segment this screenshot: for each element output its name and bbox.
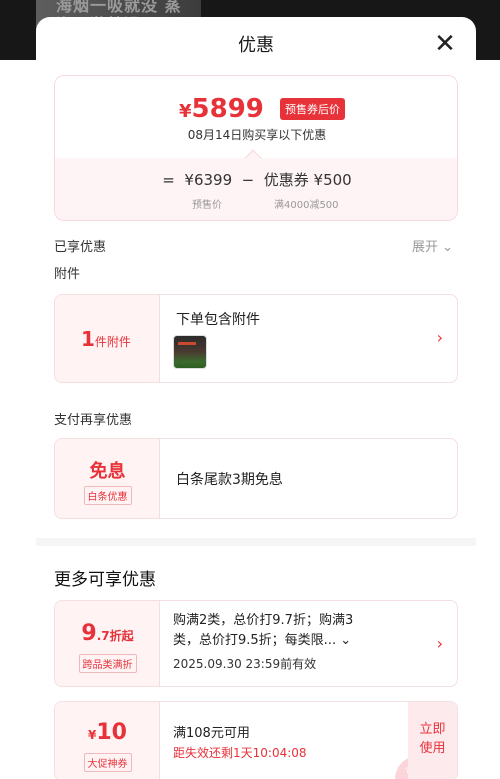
final-price-value: 5899 — [191, 94, 264, 124]
discount-offer-card[interactable]: 9.7折起 跨品类满折 购满2类，总价打9.7折；购满3 类，总价打9.5折；每… — [54, 600, 458, 687]
coupon-condition: 满108元可用 — [173, 726, 250, 741]
discount-expiry: 2025.09.30 23:59前有效 — [173, 657, 317, 671]
discount-value-small: .7折起 — [96, 629, 134, 643]
payment-section-label: 支付再享优惠 — [54, 413, 133, 428]
use-now-line-1: 立即 — [419, 722, 446, 737]
discount-card-left: 9.7折起 跨品类满折 — [55, 601, 160, 686]
accessory-card[interactable]: 1件附件 下单包含附件 › — [54, 294, 458, 383]
discount-description: 购满2类，总价打9.7折；购满3 类，总价打9.5折；每类限... ⌄ — [173, 611, 353, 651]
presale-price-label: 预售价 — [192, 200, 222, 211]
sheet-title: 优惠 — [238, 35, 274, 56]
accessory-count-suffix: 件附件 — [94, 335, 131, 349]
more-offers-title: 更多可享优惠 — [54, 570, 156, 590]
accessory-count-number: 1 — [81, 327, 95, 351]
coupon-badge-wrap: 大促神券 — [55, 752, 160, 772]
expand-button[interactable]: 展开 ⌄ — [412, 236, 453, 255]
payment-badge-wrap: 白条优惠 — [55, 485, 160, 505]
coupon-condition-label: 满4000减500 — [274, 200, 339, 211]
discount-line-2: 类，总价打9.5折；每类限... ⌄ — [173, 633, 352, 648]
final-price-tag: 预售券后价 — [280, 98, 345, 120]
coupon-badge: 大促神券 — [83, 753, 132, 772]
coupon-card-left: ¥10 大促神券 — [55, 702, 160, 779]
accessory-thumbnail — [173, 335, 207, 369]
discount-badge-wrap: 跨品类满折 — [55, 653, 160, 673]
purchase-date-note: 08月14日购买享以下优惠 — [187, 128, 327, 142]
use-now-line-2: 使用 — [419, 741, 446, 756]
discount-value: 9.7折起 — [55, 621, 160, 646]
final-price: ¥5899 — [179, 94, 264, 124]
section-divider — [36, 538, 476, 546]
accessory-card-left: 1件附件 — [55, 295, 160, 382]
payment-badge: 白条优惠 — [83, 486, 132, 505]
coupon-card[interactable]: ¥10 大促神券 满108元可用 距失效还剩1天10:04:08 可叠 立即 使… — [54, 701, 458, 779]
price-formula: = ¥6399 − 优惠券 ¥500 — [162, 171, 352, 189]
payment-offer-card[interactable]: 免息 白条优惠 白条尾款3期免息 — [54, 438, 458, 519]
coupon-countdown: 距失效还剩1天10:04:08 — [173, 746, 307, 760]
accessory-count: 1件附件 — [81, 327, 131, 351]
discount-value-big: 9 — [81, 621, 97, 646]
accessory-section-label: 附件 — [54, 267, 81, 282]
coupon-amount: ¥10 — [55, 720, 160, 745]
coupon-amount-value: 10 — [96, 720, 127, 745]
discount-badge: 跨品类满折 — [78, 654, 137, 673]
accessory-title: 下单包含附件 — [176, 312, 260, 328]
chevron-right-icon[interactable]: › — [437, 328, 443, 347]
currency-symbol: ¥ — [179, 101, 192, 122]
enjoyed-offers-label: 已享优惠 — [54, 240, 107, 255]
interest-free-label: 免息 — [89, 461, 126, 482]
price-summary-card: ¥5899 预售券后价 08月14日购买享以下优惠 = ¥6399 − 优惠券 … — [54, 75, 458, 221]
use-now-button[interactable]: 立即 使用 — [408, 702, 457, 779]
discount-line-1: 购满2类，总价打9.7折；购满3 — [173, 613, 354, 628]
chevron-right-icon[interactable]: › — [437, 634, 443, 653]
payment-card-left: 免息 白条优惠 — [55, 439, 160, 518]
offers-sheet: 优惠 ✕ ¥5899 预售券后价 08月14日购买享以下优惠 = ¥6399 −… — [36, 17, 476, 779]
close-button[interactable]: ✕ — [430, 29, 460, 59]
payment-offer-text: 白条尾款3期免息 — [176, 472, 283, 488]
